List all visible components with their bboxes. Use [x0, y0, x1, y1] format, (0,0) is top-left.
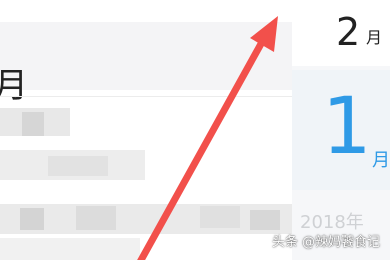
annotation-arrow-icon	[137, 16, 278, 260]
